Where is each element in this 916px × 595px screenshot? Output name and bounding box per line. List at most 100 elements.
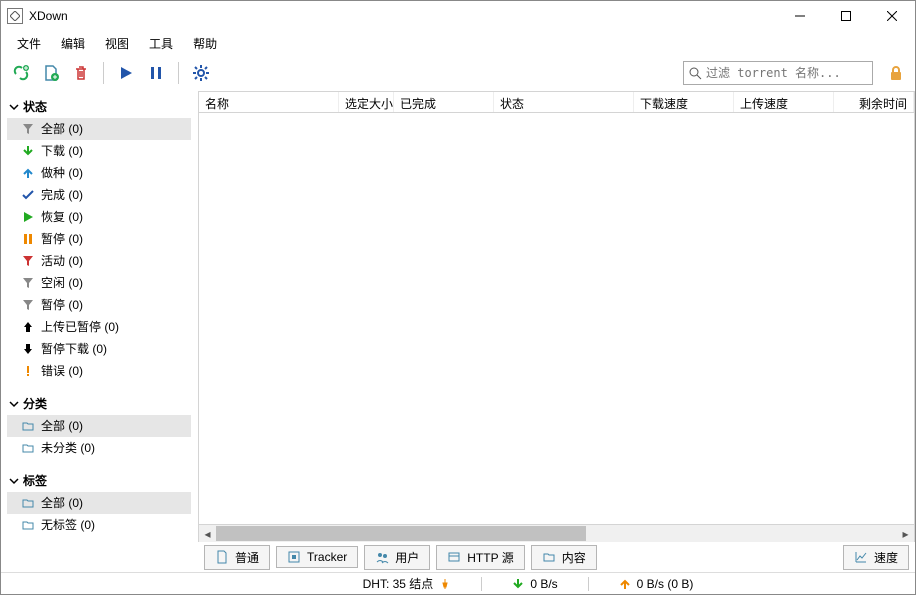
add-link-button[interactable]	[9, 61, 33, 85]
lock-icon[interactable]	[885, 62, 907, 84]
scroll-left-icon[interactable]: ◂	[199, 525, 216, 542]
folder-icon	[21, 442, 35, 454]
status-dht[interactable]: DHT: 35 结点	[363, 575, 452, 592]
up-arrow-icon	[21, 167, 35, 179]
maximize-button[interactable]	[823, 1, 869, 31]
chevron-down-icon	[9, 399, 19, 409]
window-title: XDown	[29, 9, 777, 23]
doc-icon	[215, 550, 229, 564]
col-completed[interactable]: 已完成	[394, 92, 494, 112]
table-header: 名称 选定大小 已完成 状态 下载速度 上传速度 剩余时间	[198, 91, 915, 113]
pause-icon	[21, 233, 35, 245]
status-bar: DHT: 35 结点 0 B/s 0 B/s (0 B)	[1, 572, 915, 594]
group-category[interactable]: 分类	[7, 392, 191, 415]
close-button[interactable]	[869, 1, 915, 31]
col-remaining[interactable]: 剩余时间	[834, 92, 914, 112]
status-completed[interactable]: 完成 (0)	[7, 184, 191, 206]
filter-icon	[21, 299, 35, 311]
status-resumed[interactable]: 恢复 (0)	[7, 206, 191, 228]
tab-http-source[interactable]: HTTP 源	[436, 545, 524, 570]
status-downloading[interactable]: 下载 (0)	[7, 140, 191, 162]
col-dl-speed[interactable]: 下载速度	[634, 92, 734, 112]
category-uncategorized[interactable]: 未分类 (0)	[7, 437, 191, 459]
app-icon	[7, 8, 23, 24]
tab-tracker[interactable]: Tracker	[276, 546, 358, 568]
status-stalled[interactable]: 暂停 (0)	[7, 294, 191, 316]
status-error[interactable]: 错误 (0)	[7, 360, 191, 382]
col-selected-size[interactable]: 选定大小	[339, 92, 394, 112]
status-download-speed[interactable]: 0 B/s	[512, 577, 557, 591]
folder-icon	[542, 550, 556, 564]
group-status-label: 状态	[23, 98, 47, 115]
up-arrow-icon	[619, 578, 631, 590]
down-arrow-icon	[21, 145, 35, 157]
minimize-button[interactable]	[777, 1, 823, 31]
search-box[interactable]	[683, 61, 873, 85]
status-upload-paused[interactable]: 上传已暂停 (0)	[7, 316, 191, 338]
filter-icon	[21, 277, 35, 289]
horizontal-scrollbar[interactable]: ◂ ▸	[198, 525, 915, 542]
chevron-down-icon	[9, 102, 19, 112]
col-ul-speed[interactable]: 上传速度	[734, 92, 834, 112]
tags-all[interactable]: 全部 (0)	[7, 492, 191, 514]
chart-icon	[854, 550, 868, 564]
tags-untagged[interactable]: 无标签 (0)	[7, 514, 191, 536]
tab-peers[interactable]: 用户	[364, 545, 430, 570]
tab-content[interactable]: 内容	[531, 545, 597, 570]
table-body[interactable]	[198, 113, 915, 525]
tab-speed[interactable]: 速度	[843, 545, 909, 570]
folder-icon	[21, 519, 35, 531]
group-category-label: 分类	[23, 395, 47, 412]
folder-icon	[21, 497, 35, 509]
separator	[178, 62, 179, 84]
info-tabs: 普通 Tracker 用户 HTTP 源 内容 速度	[198, 542, 915, 572]
plug-icon	[439, 578, 451, 590]
status-all[interactable]: 全部 (0)	[7, 118, 191, 140]
scrollbar-thumb[interactable]	[216, 526, 586, 541]
status-upload-speed[interactable]: 0 B/s (0 B)	[619, 577, 694, 591]
menu-file[interactable]: 文件	[9, 33, 49, 54]
menu-view[interactable]: 视图	[97, 33, 137, 54]
main-area: 名称 选定大小 已完成 状态 下载速度 上传速度 剩余时间 ◂ ▸ 普通 Tra…	[198, 91, 915, 572]
separator	[103, 62, 104, 84]
play-icon	[21, 211, 35, 223]
pause-button[interactable]	[144, 61, 168, 85]
menu-help[interactable]: 帮助	[185, 33, 225, 54]
status-seeding[interactable]: 做种 (0)	[7, 162, 191, 184]
category-all[interactable]: 全部 (0)	[7, 415, 191, 437]
col-status[interactable]: 状态	[494, 92, 634, 112]
search-input[interactable]	[706, 66, 868, 80]
error-icon	[21, 365, 35, 377]
chevron-down-icon	[9, 476, 19, 486]
title-bar: XDown	[1, 1, 915, 31]
down-arrow-solid-icon	[21, 343, 35, 355]
status-active[interactable]: 活动 (0)	[7, 250, 191, 272]
delete-button[interactable]	[69, 61, 93, 85]
filter-icon	[21, 123, 35, 135]
filter-icon	[21, 255, 35, 267]
col-name[interactable]: 名称	[199, 92, 339, 112]
group-tags[interactable]: 标签	[7, 469, 191, 492]
folder-icon	[21, 420, 35, 432]
menu-tools[interactable]: 工具	[141, 33, 181, 54]
scroll-right-icon[interactable]: ▸	[897, 525, 914, 542]
sidebar: 状态 全部 (0) 下载 (0) 做种 (0) 完成 (0) 恢复 (0) 暂停…	[1, 91, 198, 572]
tracker-icon	[287, 550, 301, 564]
toolbar	[1, 55, 915, 91]
tab-general[interactable]: 普通	[204, 545, 270, 570]
group-status[interactable]: 状态	[7, 95, 191, 118]
status-download-paused[interactable]: 暂停下载 (0)	[7, 338, 191, 360]
menu-edit[interactable]: 编辑	[53, 33, 93, 54]
settings-button[interactable]	[189, 61, 213, 85]
search-icon	[688, 66, 702, 80]
down-arrow-icon	[512, 578, 524, 590]
http-icon	[447, 550, 461, 564]
group-tags-label: 标签	[23, 472, 47, 489]
peers-icon	[375, 550, 389, 564]
start-button[interactable]	[114, 61, 138, 85]
up-arrow-solid-icon	[21, 321, 35, 333]
add-file-button[interactable]	[39, 61, 63, 85]
menu-bar: 文件 编辑 视图 工具 帮助	[1, 31, 915, 55]
status-paused[interactable]: 暂停 (0)	[7, 228, 191, 250]
status-idle[interactable]: 空闲 (0)	[7, 272, 191, 294]
